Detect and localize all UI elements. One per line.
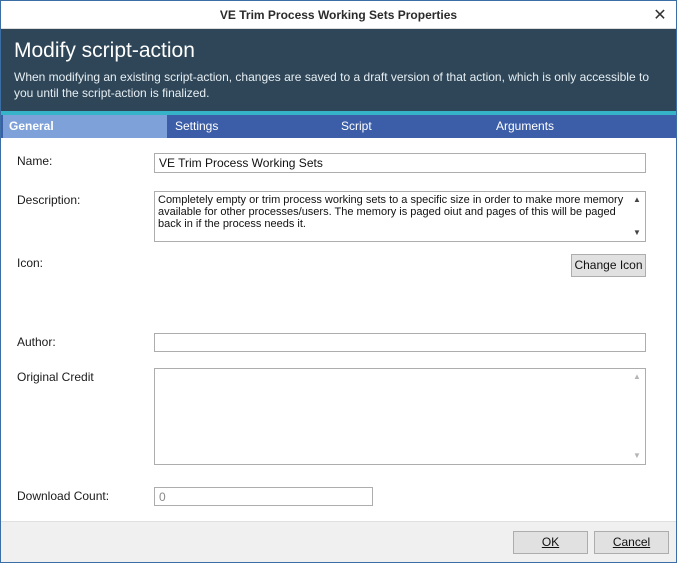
original-credit-scrollbar[interactable]: ▲ ▼ xyxy=(629,369,645,464)
original-credit-label: Original Credit xyxy=(17,370,94,384)
ok-button[interactable]: OK xyxy=(513,531,588,554)
description-scrollbar[interactable]: ▲ ▼ xyxy=(629,192,645,241)
close-icon[interactable]: ✕ xyxy=(650,5,670,25)
name-field[interactable]: VE Trim Process Working Sets xyxy=(154,153,646,173)
scroll-down-icon[interactable]: ▼ xyxy=(629,449,645,463)
tab-script[interactable]: Script xyxy=(341,115,372,138)
page-title: Modify script-action xyxy=(14,39,195,62)
title-bar: VE Trim Process Working Sets Properties … xyxy=(1,1,676,29)
description-text: Completely empty or trim process working… xyxy=(158,194,624,230)
tab-arguments[interactable]: Arguments xyxy=(496,115,554,138)
tab-general[interactable]: General xyxy=(3,115,167,138)
scroll-down-icon[interactable]: ▼ xyxy=(629,226,645,240)
dialog-footer: OK Cancel xyxy=(1,521,676,562)
header-banner: Modify script-action When modifying an e… xyxy=(1,29,676,111)
download-count-field: 0 xyxy=(154,487,373,506)
tab-bar: General Settings Script Arguments xyxy=(1,115,676,138)
cancel-button-label: Cancel xyxy=(612,535,651,549)
name-label: Name: xyxy=(17,154,53,168)
change-icon-button[interactable]: Change Icon xyxy=(571,254,646,277)
description-label: Description: xyxy=(17,193,81,207)
properties-dialog: VE Trim Process Working Sets Properties … xyxy=(0,0,677,563)
general-tab-panel: Name: VE Trim Process Working Sets Descr… xyxy=(1,138,676,521)
ok-button-label: OK xyxy=(541,535,560,549)
window-title: VE Trim Process Working Sets Properties xyxy=(219,8,458,22)
author-field[interactable] xyxy=(154,333,646,352)
original-credit-field[interactable]: ▲ ▼ xyxy=(154,368,646,465)
tab-settings[interactable]: Settings xyxy=(175,115,218,138)
icon-label: Icon: xyxy=(17,256,44,270)
download-count-label: Download Count: xyxy=(17,489,110,503)
header-description: When modifying an existing script-action… xyxy=(14,70,649,100)
scroll-up-icon[interactable]: ▲ xyxy=(629,193,645,207)
author-label: Author: xyxy=(17,335,56,349)
cancel-button[interactable]: Cancel xyxy=(594,531,669,554)
scroll-up-icon[interactable]: ▲ xyxy=(629,370,645,384)
description-field[interactable]: Completely empty or trim process working… xyxy=(154,191,646,242)
